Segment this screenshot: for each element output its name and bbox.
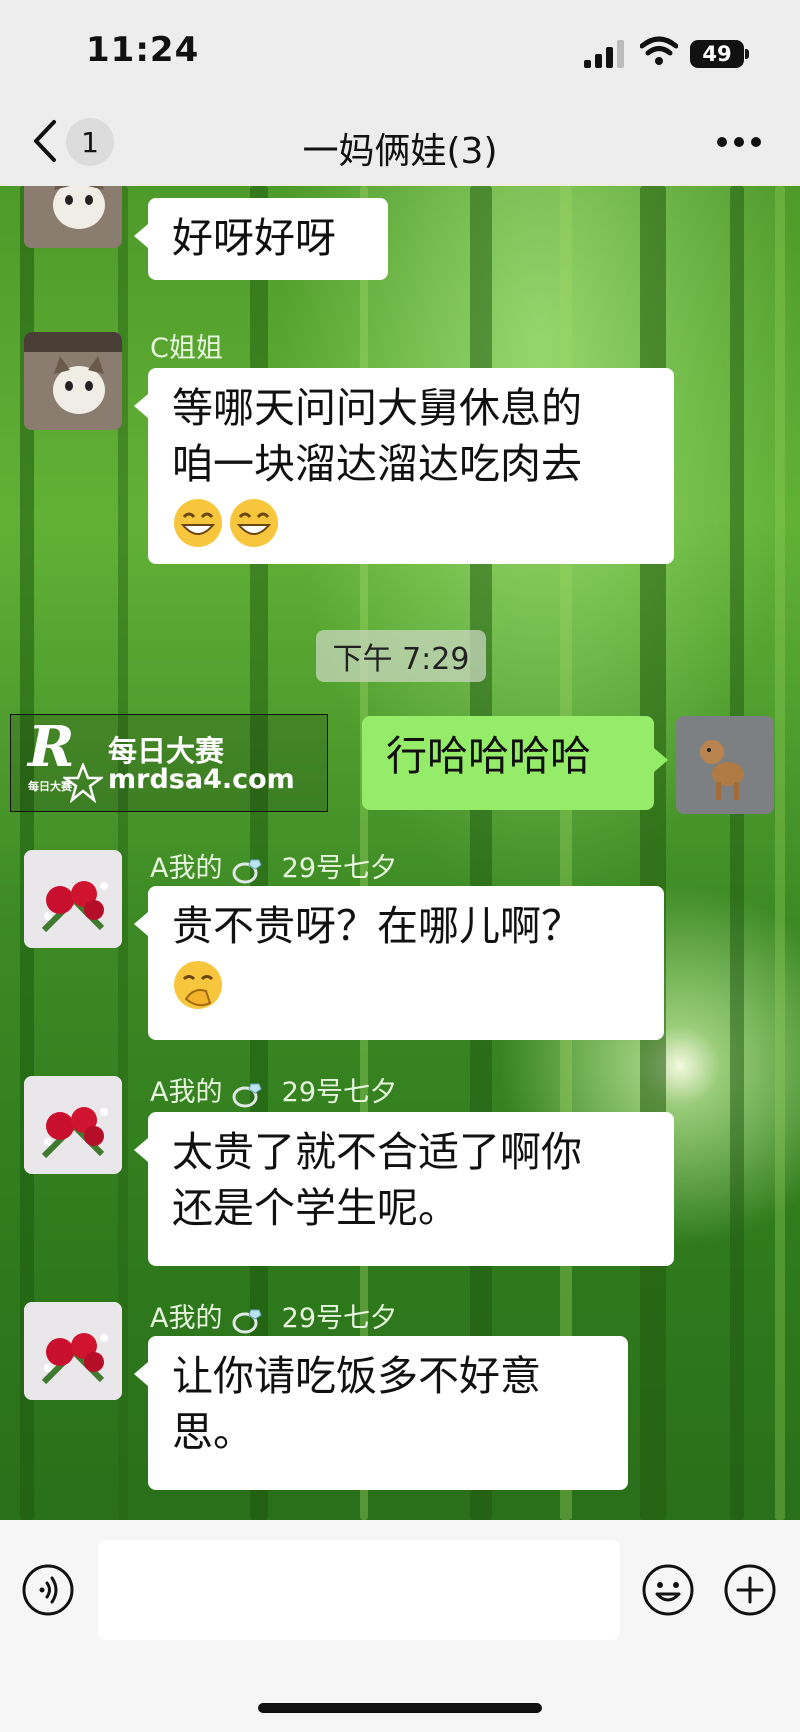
message-text: 让你请吃饭多不好意 [172, 1352, 541, 1400]
message-text: 好呀好呀 [172, 214, 336, 262]
hand-over-mouth-icon [174, 961, 222, 1009]
watermark-letter: R [28, 714, 75, 780]
rose-image [24, 1076, 122, 1174]
voice-icon[interactable] [22, 1564, 74, 1616]
message-bubble[interactable]: 太贵了就不合适了啊你 还是个学生呢。 [134, 1112, 674, 1266]
sender-name: C姐姐 [150, 333, 223, 364]
cat-avatar[interactable] [24, 332, 122, 430]
sender-name: A我的 29号七夕 [150, 853, 398, 884]
rose-image [24, 1302, 122, 1400]
watermark-url: mrdsa4.com [108, 764, 295, 795]
message-text: 思。 [172, 1408, 254, 1456]
rose-avatar[interactable] [24, 1076, 122, 1174]
wifi-icon [640, 36, 678, 65]
ring-icon [232, 859, 262, 883]
input-bar [0, 1520, 800, 1732]
grinning-face-icon [230, 499, 278, 547]
status-bar: 11:24 49 [0, 0, 800, 100]
emoji-face-icon[interactable] [642, 1564, 694, 1616]
home-indicator [258, 1703, 542, 1713]
plus-icon[interactable] [724, 1564, 776, 1616]
message-text: 还是个学生呢。 [172, 1184, 459, 1232]
dog-avatar[interactable] [676, 716, 774, 814]
bamboo-stalk [730, 186, 744, 1520]
message-bubble[interactable]: 让你请吃饭多不好意 思。 [134, 1336, 628, 1490]
watermark-small-text: 每日大赛 [28, 780, 72, 793]
cat-image [24, 332, 122, 430]
cellular-signal-icon [584, 40, 624, 68]
message-text: 行哈哈哈哈 [386, 732, 591, 780]
message-text: 太贵了就不合适了啊你 [172, 1128, 582, 1176]
battery-indicator: 49 [690, 40, 744, 68]
rose-image [24, 850, 122, 948]
cat-avatar[interactable] [24, 186, 122, 248]
sender-name: A我的 29号七夕 [150, 1077, 398, 1108]
ring-icon [232, 1309, 262, 1333]
message-text: 贵不贵呀？在哪儿啊？ [172, 902, 582, 950]
grinning-face-icon [174, 499, 222, 547]
dog-image [676, 716, 774, 814]
sender-name: A我的 29号七夕 [150, 1303, 398, 1334]
rose-avatar[interactable] [24, 850, 122, 948]
message-bubble[interactable]: 好呀好呀 [134, 198, 388, 280]
message-bubble[interactable]: 等哪天问问大舅休息的 咱一块溜达溜达吃肉去 [134, 368, 674, 564]
message-input[interactable] [98, 1540, 620, 1640]
bamboo-stalk [775, 186, 785, 1520]
ring-icon [232, 1083, 262, 1107]
status-time: 11:24 [86, 30, 200, 70]
message-bubble[interactable]: 贵不贵呀？在哪儿啊？ [134, 886, 664, 1040]
rose-avatar[interactable] [24, 1302, 122, 1400]
chat-area[interactable]: 好呀好呀 C姐姐 等哪天问问大舅休息的 咱一块溜达溜达吃肉去 下午 7:29 行… [0, 186, 800, 1520]
chat-title: 一妈俩娃(3) [302, 131, 498, 172]
message-bubble-own[interactable]: 行哈哈哈哈 [362, 716, 668, 810]
message-text: 等哪天问问大舅休息的 [172, 384, 582, 432]
cat-image [24, 186, 122, 248]
message-timestamp: 下午 7:29 [316, 630, 486, 682]
more-options-icon[interactable] [716, 136, 762, 148]
message-text: 咱一块溜达溜达吃肉去 [172, 440, 582, 488]
battery-nub [745, 49, 749, 59]
